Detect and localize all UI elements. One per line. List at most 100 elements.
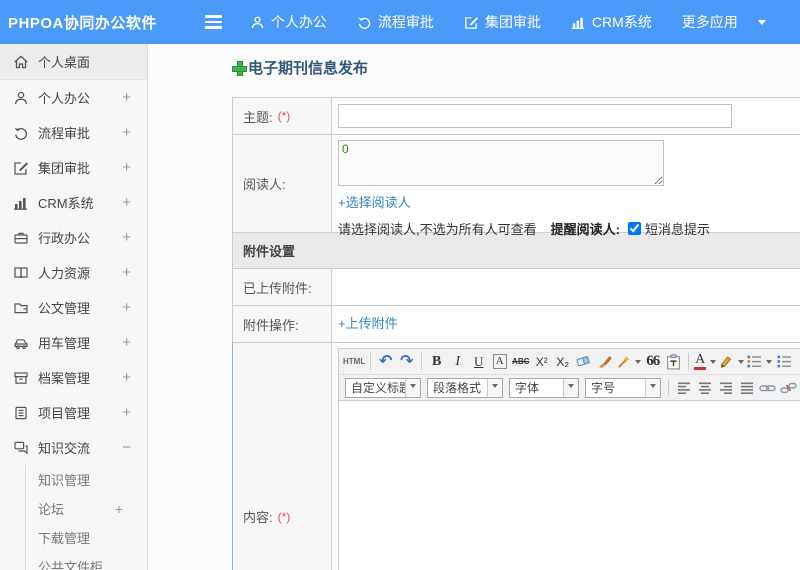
expand-indicator[interactable]: + xyxy=(122,229,131,246)
redo-icon[interactable]: ↷ xyxy=(397,352,416,372)
paragraph-format-select[interactable]: 段落格式 xyxy=(427,377,503,398)
format-brush-icon[interactable] xyxy=(595,352,614,372)
caret-down-icon[interactable] xyxy=(757,19,766,29)
nav-item-process-approval[interactable]: 流程审批 xyxy=(357,12,434,32)
ordered-list-icon[interactable] xyxy=(746,352,773,372)
unordered-list-icon[interactable] xyxy=(774,352,793,372)
sidebar-item-knowledge-exchange[interactable]: 知识交流 − xyxy=(0,430,147,465)
magic-wand-icon[interactable] xyxy=(616,352,642,372)
sidebar-item-personal-office[interactable]: 个人办公 + xyxy=(0,80,147,115)
expand-indicator[interactable]: + xyxy=(115,501,123,517)
sidebar-item-process-approval[interactable]: 流程审批 + xyxy=(0,115,147,150)
expand-indicator[interactable]: + xyxy=(122,264,131,281)
align-left-icon[interactable] xyxy=(674,378,693,398)
sidebar-subitem-knowledge-mgmt[interactable]: 知识管理 xyxy=(26,465,147,494)
blockquote-button[interactable]: 66 xyxy=(643,352,662,372)
editor-content-area[interactable] xyxy=(339,401,800,570)
strikethrough-button[interactable]: ABC xyxy=(511,352,530,372)
attachment-operations-label: 附件操作: xyxy=(233,306,332,342)
font-size-select[interactable]: 字号 xyxy=(585,377,661,398)
bar-chart-icon xyxy=(13,195,29,211)
highlight-marker-icon[interactable] xyxy=(718,352,745,372)
sidebar-item-personal-desktop[interactable]: 个人桌面 xyxy=(0,44,147,80)
justify-icon[interactable] xyxy=(737,378,756,398)
readers-textarea[interactable]: 0 xyxy=(338,140,664,186)
subject-row: 主题: (*) xyxy=(232,97,800,134)
expand-indicator[interactable]: + xyxy=(122,159,131,176)
sidebar-item-project-mgmt[interactable]: 项目管理 + xyxy=(0,395,147,430)
bold-button[interactable]: B xyxy=(427,352,446,372)
toolbar-separator xyxy=(668,379,669,396)
readers-hint-line: 请选择阅读人,不选为所有人可查看 提醒阅读人: 短消息提示 xyxy=(338,219,800,238)
italic-button[interactable]: I xyxy=(448,352,467,372)
sidebar-sublabel: 论坛 xyxy=(38,502,65,517)
expand-indicator[interactable]: + xyxy=(122,404,131,421)
sidebar-label: 流程审批 xyxy=(38,126,91,141)
hamburger-menu-icon[interactable] xyxy=(201,11,226,33)
expand-indicator[interactable]: + xyxy=(122,334,131,351)
subject-value-cell xyxy=(332,98,800,134)
sidebar-item-group-approval[interactable]: 集团审批 + xyxy=(0,150,147,185)
insert-link-icon[interactable] xyxy=(758,378,777,398)
sidebar-subitem-download-mgmt[interactable]: 下载管理 xyxy=(26,523,147,552)
sidebar-sublabel: 下载管理 xyxy=(38,531,91,546)
caret-down-icon xyxy=(635,360,642,367)
nav-label: 个人办公 xyxy=(270,14,327,30)
eraser-icon[interactable] xyxy=(574,352,593,372)
color-swatch xyxy=(694,367,707,370)
sidebar-label: 人力资源 xyxy=(38,266,91,281)
top-nav: 个人办公 流程审批 集团审批 CRM系统 更多应用 xyxy=(250,12,766,32)
uploaded-attachments-label: 已上传附件: xyxy=(233,269,332,305)
collapse-indicator[interactable]: − xyxy=(122,439,131,456)
sms-notify-checkbox[interactable] xyxy=(627,222,641,235)
paste-as-text-icon[interactable] xyxy=(664,352,683,372)
content-label: 内容: (*) xyxy=(233,343,332,570)
align-center-icon[interactable] xyxy=(695,378,714,398)
undo-icon[interactable]: ↶ xyxy=(376,352,395,372)
sidebar-item-archive-mgmt[interactable]: 档案管理 + xyxy=(0,360,147,395)
notebook-icon xyxy=(13,405,29,421)
nav-label: 流程审批 xyxy=(377,14,434,30)
toolbar-separator xyxy=(421,353,423,370)
sidebar-item-crm[interactable]: CRM系统 + xyxy=(0,185,147,220)
caret-down-icon xyxy=(487,378,502,397)
upload-attachment-link[interactable]: +上传附件 xyxy=(338,313,398,332)
sidebar-item-vehicle-mgmt[interactable]: 用车管理 + xyxy=(0,325,147,360)
nav-item-more-apps[interactable]: 更多应用 xyxy=(682,12,738,32)
sidebar-label: 档案管理 xyxy=(38,371,91,386)
underline-button[interactable]: U xyxy=(469,352,488,372)
sidebar-item-hr[interactable]: 人力资源 + xyxy=(0,255,147,290)
expand-indicator[interactable]: + xyxy=(122,194,131,211)
sidebar-sublabel: 公共文件柜 xyxy=(38,560,104,570)
select-readers-link[interactable]: +选择阅读人 xyxy=(338,192,411,211)
remove-link-icon[interactable] xyxy=(779,378,798,398)
font-box-button[interactable]: A xyxy=(490,352,509,372)
sms-notify-label: 短消息提示 xyxy=(644,222,710,237)
remind-readers-label: 提醒阅读人: xyxy=(550,222,620,237)
align-right-icon[interactable] xyxy=(716,378,735,398)
nav-item-personal-office[interactable]: 个人办公 xyxy=(250,12,327,32)
expand-indicator[interactable]: + xyxy=(122,299,131,316)
nav-item-group-approval[interactable]: 集团审批 xyxy=(464,12,541,32)
sidebar-subitem-forum[interactable]: 论坛 + xyxy=(26,494,147,523)
superscript-button[interactable]: X² xyxy=(532,352,551,372)
expand-indicator[interactable]: + xyxy=(122,369,131,386)
add-plus-icon xyxy=(232,61,247,76)
editor-toolbar-row1: HTML ↶ ↷ B I U A ABC X² X₂ 66 A xyxy=(339,349,800,375)
caret-down-icon xyxy=(405,378,420,397)
font-color-button[interactable]: A xyxy=(694,352,717,372)
subscript-button[interactable]: X₂ xyxy=(553,352,572,372)
sidebar-sublabel: 知识管理 xyxy=(38,473,91,488)
nav-item-crm[interactable]: CRM系统 xyxy=(571,12,652,32)
expand-indicator[interactable]: + xyxy=(122,89,131,106)
html-source-button[interactable]: HTML xyxy=(343,352,365,372)
expand-indicator[interactable]: + xyxy=(122,124,131,141)
readers-hint-text: 请选择阅读人,不选为所有人可查看 xyxy=(338,222,537,237)
sidebar-item-document-mgmt[interactable]: 公文管理 + xyxy=(0,290,147,325)
font-family-select[interactable]: 字体 xyxy=(509,377,579,398)
subject-input[interactable] xyxy=(338,104,732,128)
sidebar-subitem-public-file-cabinet[interactable]: 公共文件柜 xyxy=(26,552,147,570)
sidebar-item-admin-office[interactable]: 行政办公 + xyxy=(0,220,147,255)
custom-heading-select[interactable]: 自定义标题 xyxy=(345,377,421,398)
folder-icon xyxy=(13,300,29,316)
